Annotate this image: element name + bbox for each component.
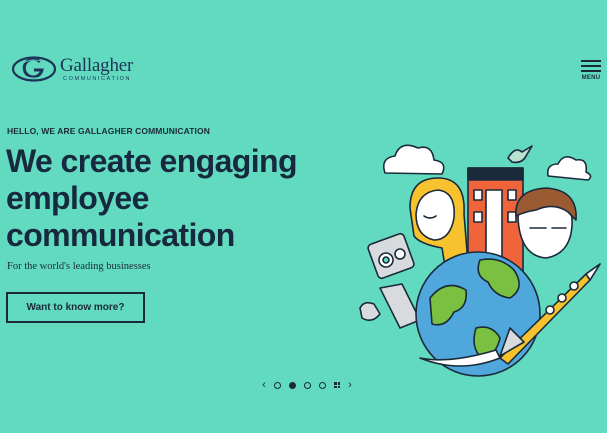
hero-eyebrow: HELLO, WE ARE GALLAGHER COMMUNICATION bbox=[7, 126, 210, 136]
logo-name: Gallagher bbox=[60, 55, 134, 76]
slide-dot-3[interactable] bbox=[304, 381, 311, 389]
hero-headline: We create engaging employee communicatio… bbox=[6, 143, 298, 254]
menu-label: MENU bbox=[581, 75, 601, 81]
want-to-know-more-button[interactable]: Want to know more? bbox=[6, 292, 145, 323]
slide-dot-1[interactable] bbox=[274, 381, 281, 389]
headline-line-1: We create engaging bbox=[6, 143, 298, 179]
hamburger-menu-icon bbox=[581, 60, 601, 72]
cloud-right-icon bbox=[546, 156, 592, 181]
slide-dot-2[interactable] bbox=[289, 381, 296, 389]
headline-line-3: communication bbox=[6, 217, 235, 253]
gallagher-logo[interactable]: Gallagher COMMUNICATION bbox=[12, 56, 133, 83]
next-slide-button[interactable]: › bbox=[344, 379, 356, 391]
robot-icon bbox=[359, 232, 421, 329]
bird-icon bbox=[507, 145, 533, 164]
hero-subtitle: For the world's leading businesses bbox=[7, 261, 151, 272]
slide-dot-4[interactable] bbox=[319, 381, 326, 389]
grid-view-icon[interactable] bbox=[334, 382, 340, 388]
headline-line-2: employee bbox=[6, 180, 149, 216]
gallagher-logo-icon bbox=[12, 56, 56, 82]
cloud-left-icon bbox=[382, 144, 445, 175]
prev-slide-button[interactable]: ‹ bbox=[258, 379, 270, 391]
logo-subtitle: COMMUNICATION bbox=[63, 76, 132, 82]
slider-pager: ‹ › bbox=[258, 379, 356, 391]
menu-button[interactable]: MENU bbox=[581, 60, 601, 81]
hero-illustration bbox=[359, 144, 601, 377]
